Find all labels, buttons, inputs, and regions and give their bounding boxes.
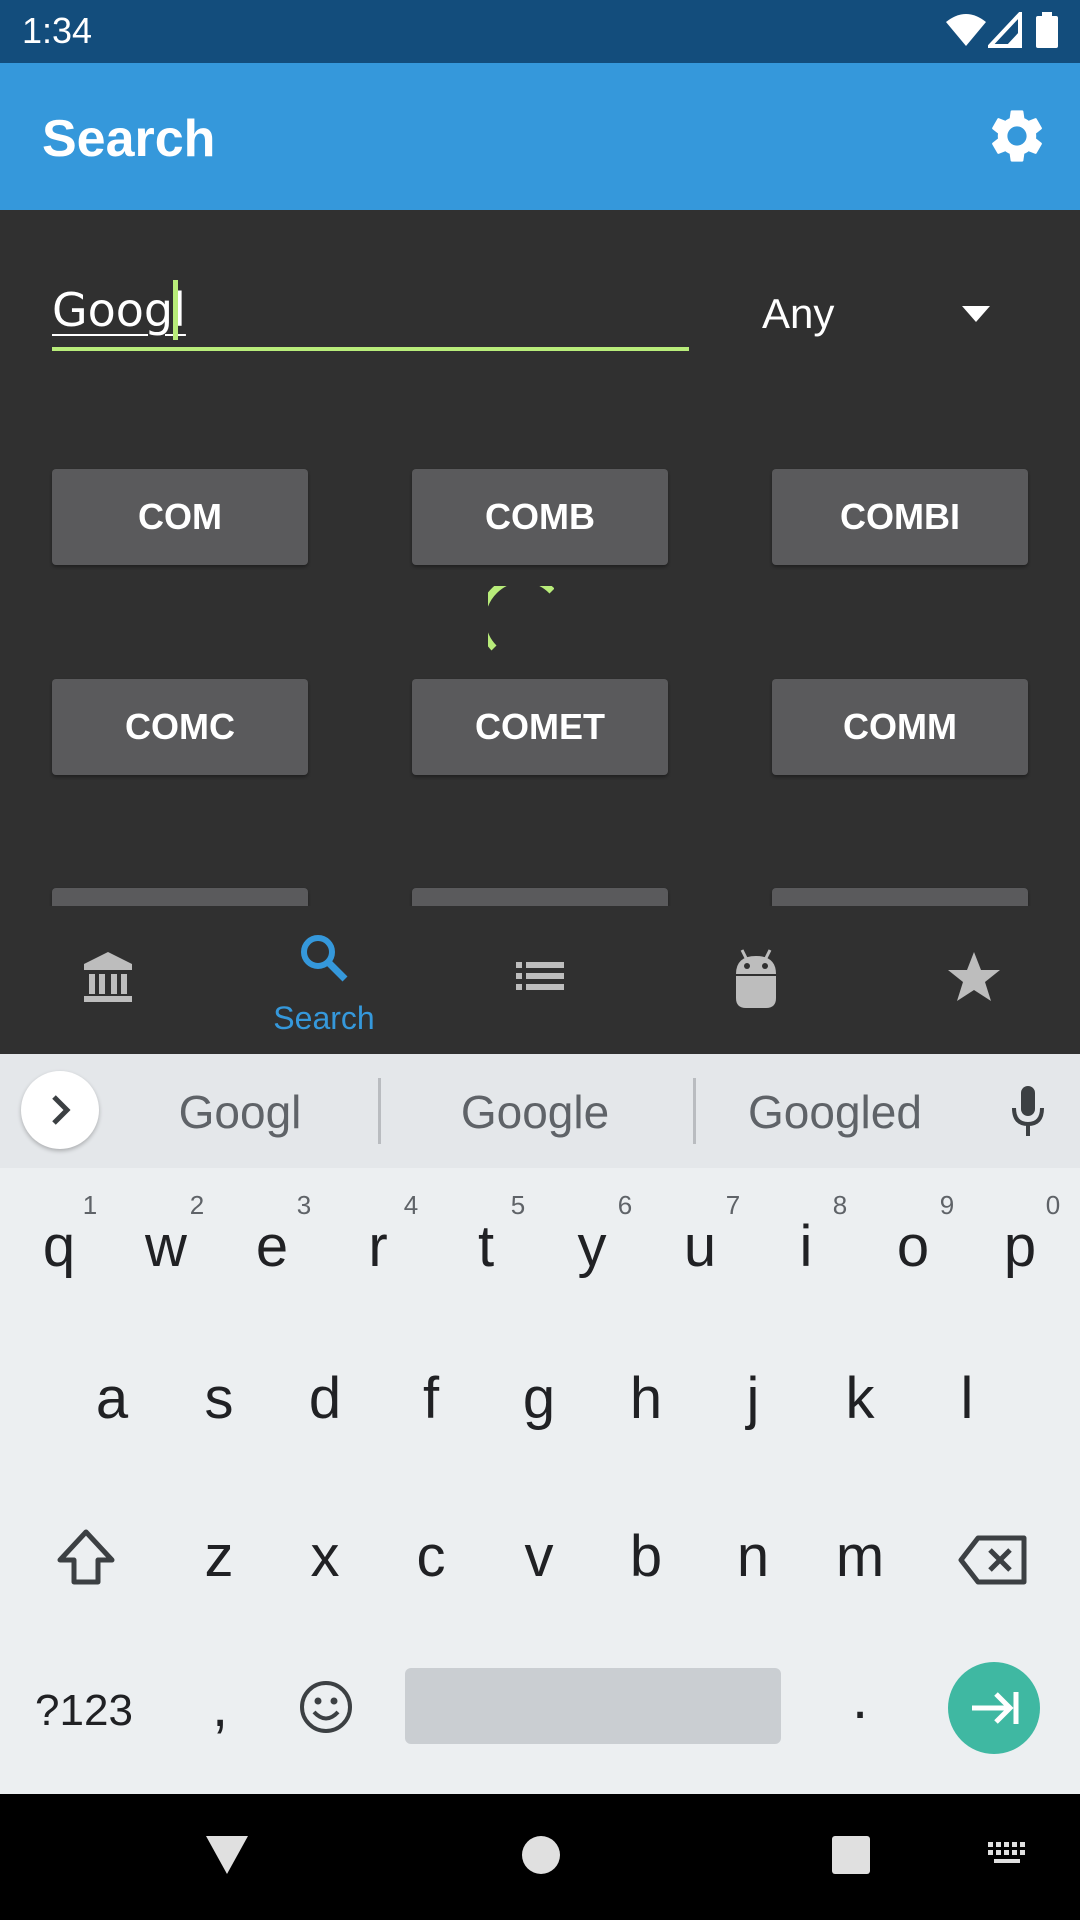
loading-spinner-icon	[488, 586, 554, 651]
android-icon	[736, 949, 776, 1008]
shift-icon[interactable]	[54, 1528, 118, 1588]
search-icon	[301, 935, 348, 982]
nav-item-list[interactable]	[432, 906, 648, 1054]
search-input-underline	[52, 347, 689, 351]
key-f[interactable]: f	[381, 1364, 481, 1434]
key-h[interactable]: h	[596, 1364, 696, 1434]
nav-item-favorites[interactable]	[864, 906, 1080, 1054]
key-hint: 3	[296, 1190, 312, 1220]
nav-item-bank[interactable]	[0, 906, 216, 1054]
suggestion-divider	[693, 1078, 696, 1144]
search-input[interactable]: Googl	[52, 275, 688, 355]
enter-key[interactable]	[948, 1662, 1040, 1754]
status-time: 1:34	[22, 10, 93, 51]
key-hint: 1	[82, 1190, 98, 1220]
tab-next-icon	[972, 1692, 1019, 1724]
key-hint: 6	[617, 1190, 633, 1220]
suggestion-item[interactable]: Googl	[130, 1084, 350, 1140]
bottom-navigation: Search	[0, 906, 1080, 1054]
key-e[interactable]: e	[222, 1212, 322, 1282]
suggestion-bar: Googl Google Googled	[0, 1054, 1080, 1168]
key-hint: 5	[510, 1190, 526, 1220]
key-r[interactable]: r	[328, 1212, 428, 1282]
result-button[interactable]: COMC	[52, 679, 308, 775]
key-g[interactable]: g	[489, 1364, 589, 1434]
key-y[interactable]: y	[542, 1212, 642, 1282]
key-q[interactable]: q	[9, 1212, 109, 1282]
key-hint: 7	[725, 1190, 741, 1220]
text-cursor	[173, 280, 178, 340]
key-b[interactable]: b	[596, 1522, 696, 1592]
key-i[interactable]: i	[756, 1212, 856, 1282]
backspace-icon[interactable]	[958, 1534, 1028, 1586]
key-s[interactable]: s	[169, 1364, 269, 1434]
dropdown-arrow-icon	[962, 306, 990, 322]
bank-icon	[84, 952, 132, 1002]
result-button[interactable]: COMM	[772, 679, 1028, 775]
battery-icon	[1036, 12, 1058, 48]
key-m[interactable]: m	[810, 1522, 910, 1592]
result-button[interactable]: COMB	[412, 469, 668, 565]
comma-key[interactable]: ,	[170, 1672, 270, 1742]
type-filter-dropdown[interactable]: Any	[762, 280, 1032, 350]
result-button-partial[interactable]	[52, 888, 308, 906]
key-v[interactable]: v	[489, 1522, 589, 1592]
suggestion-item[interactable]: Googled	[720, 1084, 950, 1140]
key-z[interactable]: z	[169, 1522, 269, 1592]
back-icon[interactable]	[204, 1834, 250, 1876]
recents-icon[interactable]	[830, 1834, 872, 1876]
key-k[interactable]: k	[810, 1364, 910, 1434]
key-hint: 2	[189, 1190, 205, 1220]
key-hint: 8	[832, 1190, 848, 1220]
key-hint: 0	[1045, 1190, 1061, 1220]
key-d[interactable]: d	[275, 1364, 375, 1434]
result-button[interactable]: COMBI	[772, 469, 1028, 565]
key-n[interactable]: n	[703, 1522, 803, 1592]
key-c[interactable]: c	[381, 1522, 481, 1592]
symbols-key[interactable]: ?123	[24, 1676, 144, 1746]
suggestions-expand-button[interactable]	[21, 1071, 99, 1149]
key-u[interactable]: u	[650, 1212, 750, 1282]
emoji-icon[interactable]	[298, 1679, 354, 1735]
key-hint: 4	[403, 1190, 419, 1220]
suggestion-item[interactable]: Google	[420, 1084, 650, 1140]
list-icon	[516, 962, 564, 990]
soft-keyboard: Googl Google Googled q w e r t y u i o p…	[0, 1054, 1080, 1794]
system-navigation-bar	[0, 1794, 1080, 1920]
nav-item-android[interactable]	[648, 906, 864, 1054]
key-j[interactable]: j	[703, 1364, 803, 1434]
key-a[interactable]: a	[62, 1364, 162, 1434]
app-bar: Search	[0, 63, 1080, 210]
key-l[interactable]: l	[917, 1364, 1017, 1434]
suggestion-divider	[378, 1078, 381, 1144]
gear-icon[interactable]	[985, 104, 1049, 168]
period-key[interactable]: .	[810, 1664, 910, 1734]
result-button-partial[interactable]	[772, 888, 1028, 906]
status-bar: 1:34	[0, 0, 1080, 63]
wifi-icon	[946, 14, 986, 46]
result-button-partial[interactable]	[412, 888, 668, 906]
result-button[interactable]: COM	[52, 469, 308, 565]
key-w[interactable]: w	[116, 1212, 216, 1282]
result-button[interactable]: COMET	[412, 679, 668, 775]
key-p[interactable]: p	[970, 1212, 1070, 1282]
page-title: Search	[42, 110, 216, 168]
key-o[interactable]: o	[863, 1212, 963, 1282]
nav-search-label: Search	[273, 1000, 375, 1036]
home-icon[interactable]	[520, 1834, 562, 1876]
key-x[interactable]: x	[275, 1522, 375, 1592]
star-icon	[948, 952, 1000, 1001]
keyboard-switch-icon[interactable]	[986, 1840, 1030, 1870]
key-hint: 9	[939, 1190, 955, 1220]
signal-icon	[988, 12, 1022, 48]
microphone-icon[interactable]	[1008, 1084, 1048, 1140]
type-filter-value: Any	[762, 290, 835, 337]
space-key[interactable]	[405, 1668, 781, 1744]
key-t[interactable]: t	[436, 1212, 536, 1282]
nav-item-search[interactable]: Search	[216, 906, 432, 1054]
chevron-right-icon	[52, 1095, 71, 1125]
